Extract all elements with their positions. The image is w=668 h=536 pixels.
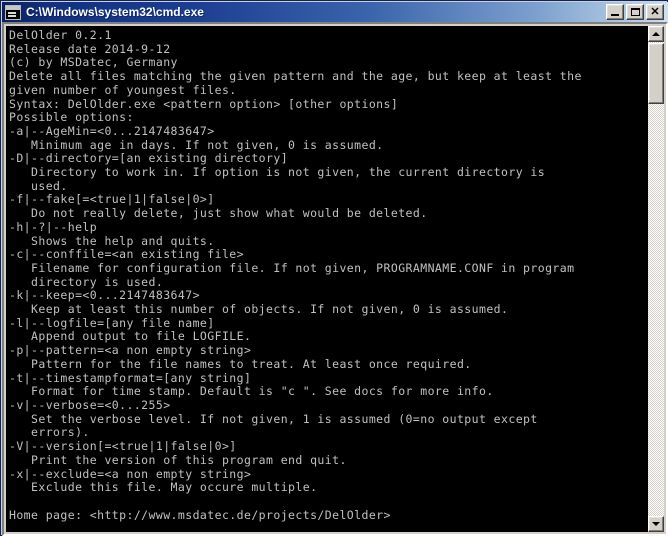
console-output-text: DelOlder 0.2.1 Release date 2014-9-12 (c…: [9, 28, 582, 522]
scrollbar-thumb[interactable]: [648, 43, 664, 104]
console-viewport[interactable]: DelOlder 0.2.1 Release date 2014-9-12 (c…: [6, 26, 650, 532]
window-title: C:\Windows\system32\cmd.exe: [26, 5, 204, 19]
minimize-button[interactable]: [606, 4, 624, 20]
maximize-button[interactable]: [626, 4, 644, 20]
scroll-down-arrow-icon: [652, 522, 660, 526]
window-titlebar[interactable]: C:\Windows\system32\cmd.exe ✕: [2, 2, 668, 22]
close-button[interactable]: ✕: [646, 4, 664, 20]
minimize-icon: [611, 14, 619, 16]
cmd-window: C:\Windows\system32\cmd.exe ✕ DelOlder 0…: [0, 0, 668, 536]
console-client-area: DelOlder 0.2.1 Release date 2014-9-12 (c…: [2, 22, 668, 536]
scroll-up-arrow-icon: [652, 32, 660, 36]
vertical-scrollbar[interactable]: [648, 26, 664, 532]
cmd-console-icon[interactable]: [5, 4, 21, 20]
window-controls: ✕: [606, 4, 666, 20]
scrollbar-up-button[interactable]: [648, 26, 664, 42]
scrollbar-down-button[interactable]: [648, 516, 664, 532]
maximize-icon: [631, 8, 640, 16]
close-icon: ✕: [650, 6, 660, 18]
